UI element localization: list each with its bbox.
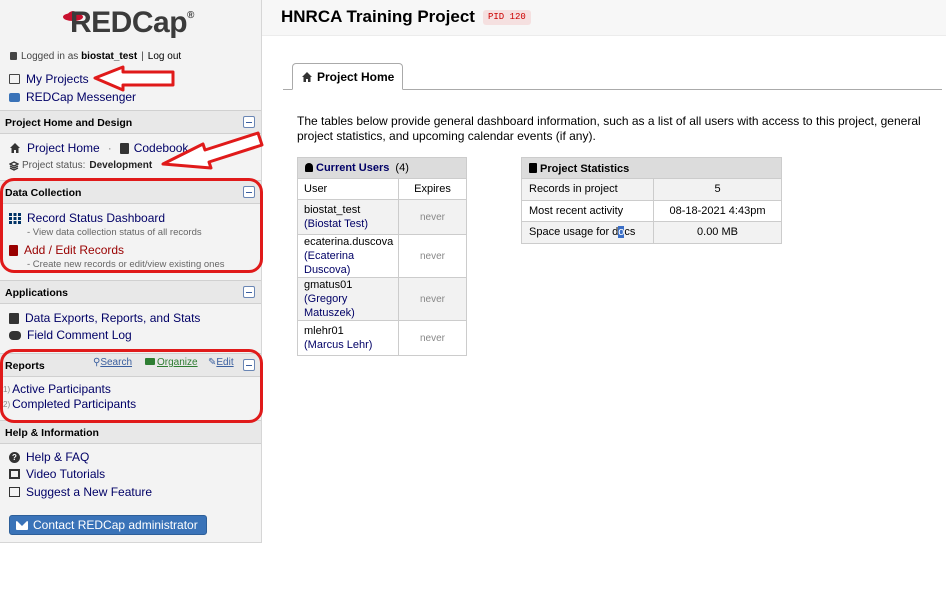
table-row: Space usage for docs 0.00 MB [521,221,782,244]
user-username: mlehr01 [304,325,344,337]
dashboard-intro: The tables below provide general dashboa… [297,114,921,143]
column-header-expires: Expires [398,178,467,200]
user-fullname: (Gregory Matuszek) [304,293,355,319]
comments-icon [9,330,21,340]
stat-label-text-end: cs [624,226,636,239]
user-username: biostat_test [304,204,361,216]
section-title: Applications [5,287,69,299]
suggest-feature-link[interactable]: Suggest a New Feature [9,485,152,499]
stats-title: Project Statistics [540,162,630,175]
table-row: Records in project 5 [521,178,782,201]
user-expires: never [398,277,467,321]
collapse-button[interactable] [243,286,255,298]
section-title: Help & Information [5,427,99,439]
table-row: gmatus01 (Gregory Matuszek) never [297,277,467,321]
user-icon [305,163,313,172]
data-exports-label: Data Exports, Reports, and Stats [25,311,201,325]
export-icon [9,312,19,324]
stat-label: Records in project [521,178,654,201]
project-statistics-table: Project Statistics Records in project 5 … [521,157,782,244]
comment-log-label: Field Comment Log [27,328,132,342]
suggest-feature-label: Suggest a New Feature [26,485,153,499]
user-expires: never [398,234,467,278]
envelope-icon [16,520,28,530]
tab-label: Project Home [317,69,395,84]
users-table-title: Current Users (4) [297,157,467,179]
help-faq-label: Help & FAQ [26,450,90,464]
users-count: (4) [395,162,409,174]
column-header-user: User [297,178,399,200]
stats-table-title: Project Statistics [521,157,782,179]
clipboard-icon [529,162,537,173]
user-expires: never [398,199,467,235]
stat-label: Most recent activity [521,199,654,222]
table-row: biostat_test (Biostat Test) never [297,199,467,235]
section-applications: Applications [0,280,261,304]
annotation-arrows [93,65,264,170]
section-help: Help & Information [0,420,261,444]
table-row: ecaterina.duscova (Ecaterina Duscova) nev… [297,234,467,278]
user-fullname: (Marcus Lehr) [304,339,373,351]
arrow-my-projects [93,65,175,92]
stat-value: 5 [653,178,782,201]
contact-admin-label: Contact REDCap administrator [33,518,198,532]
user-fullname: (Biostat Test) [304,218,368,230]
film-icon [9,469,20,479]
user-username: gmatus01 [304,279,353,291]
external-link-icon [9,487,20,497]
user-fullname: (Ecaterina Duscova) [304,250,355,276]
arrow-project-status [161,131,264,170]
table-row: Most recent activity 08-18-2021 4:43pm [521,199,782,222]
annotation-box-reports [0,349,263,423]
user-expires: never [398,320,467,356]
pid-badge: PID 120 [483,10,531,25]
data-exports-link[interactable]: Data Exports, Reports, and Stats [9,311,200,325]
stat-label: Space usage for docs [521,221,654,244]
users-title[interactable]: Current Users [316,162,389,174]
video-tutorials-label: Video Tutorials [26,467,106,481]
video-tutorials-link[interactable]: Video Tutorials [9,467,105,481]
project-header: HNRCA Training Project PID 120 [262,0,946,36]
tab-project-home[interactable]: Project Home [292,63,404,90]
user-username: ecaterina.duscova [304,236,394,248]
question-icon: ? [9,451,20,463]
home-icon [301,71,313,83]
stat-label-text: Space usage for d [529,226,619,239]
table-row: mlehr01 (Marcus Lehr) never [297,320,467,356]
stat-value: 08-18-2021 4:43pm [653,199,782,222]
stat-value: 0.00 MB [653,221,782,244]
help-faq-link[interactable]: ? Help & FAQ [9,450,89,464]
current-users-table: Current Users (4) User Expires biostat_t… [297,157,467,356]
field-comment-log-link[interactable]: Field Comment Log [9,328,132,342]
contact-admin-button[interactable]: Contact REDCap administrator [9,515,207,535]
project-title: HNRCA Training Project [281,7,475,26]
